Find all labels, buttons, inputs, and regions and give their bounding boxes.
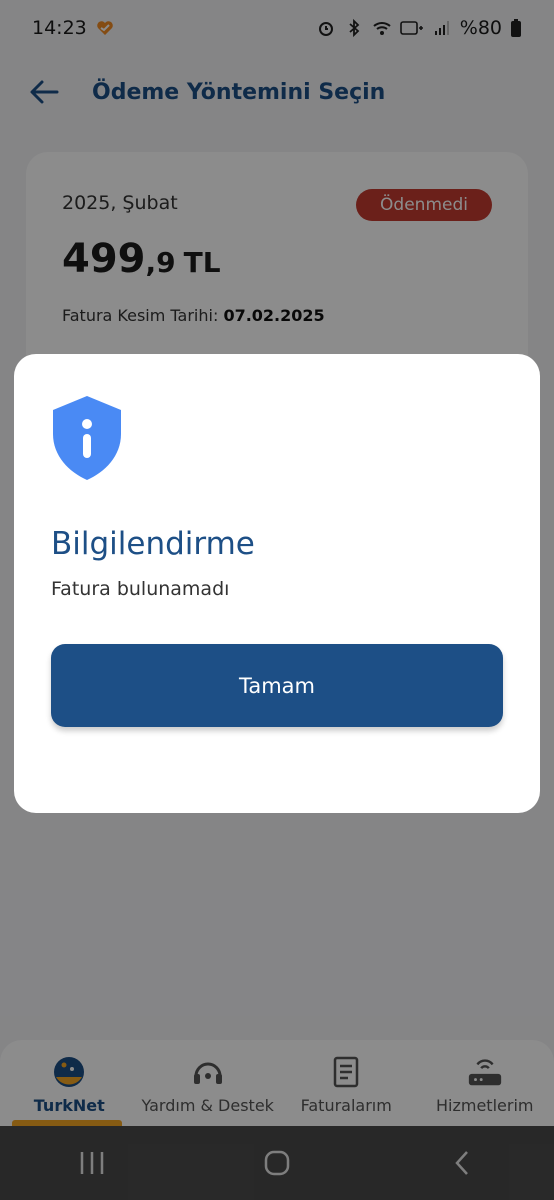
info-dialog: Bilgilendirme Fatura bulunamadı Tamam [14, 354, 540, 813]
ok-button[interactable]: Tamam [51, 644, 503, 727]
dialog-title: Bilgilendirme [51, 526, 255, 562]
shield-info-icon [53, 396, 121, 480]
dialog-message: Fatura bulunamadı [51, 578, 230, 600]
